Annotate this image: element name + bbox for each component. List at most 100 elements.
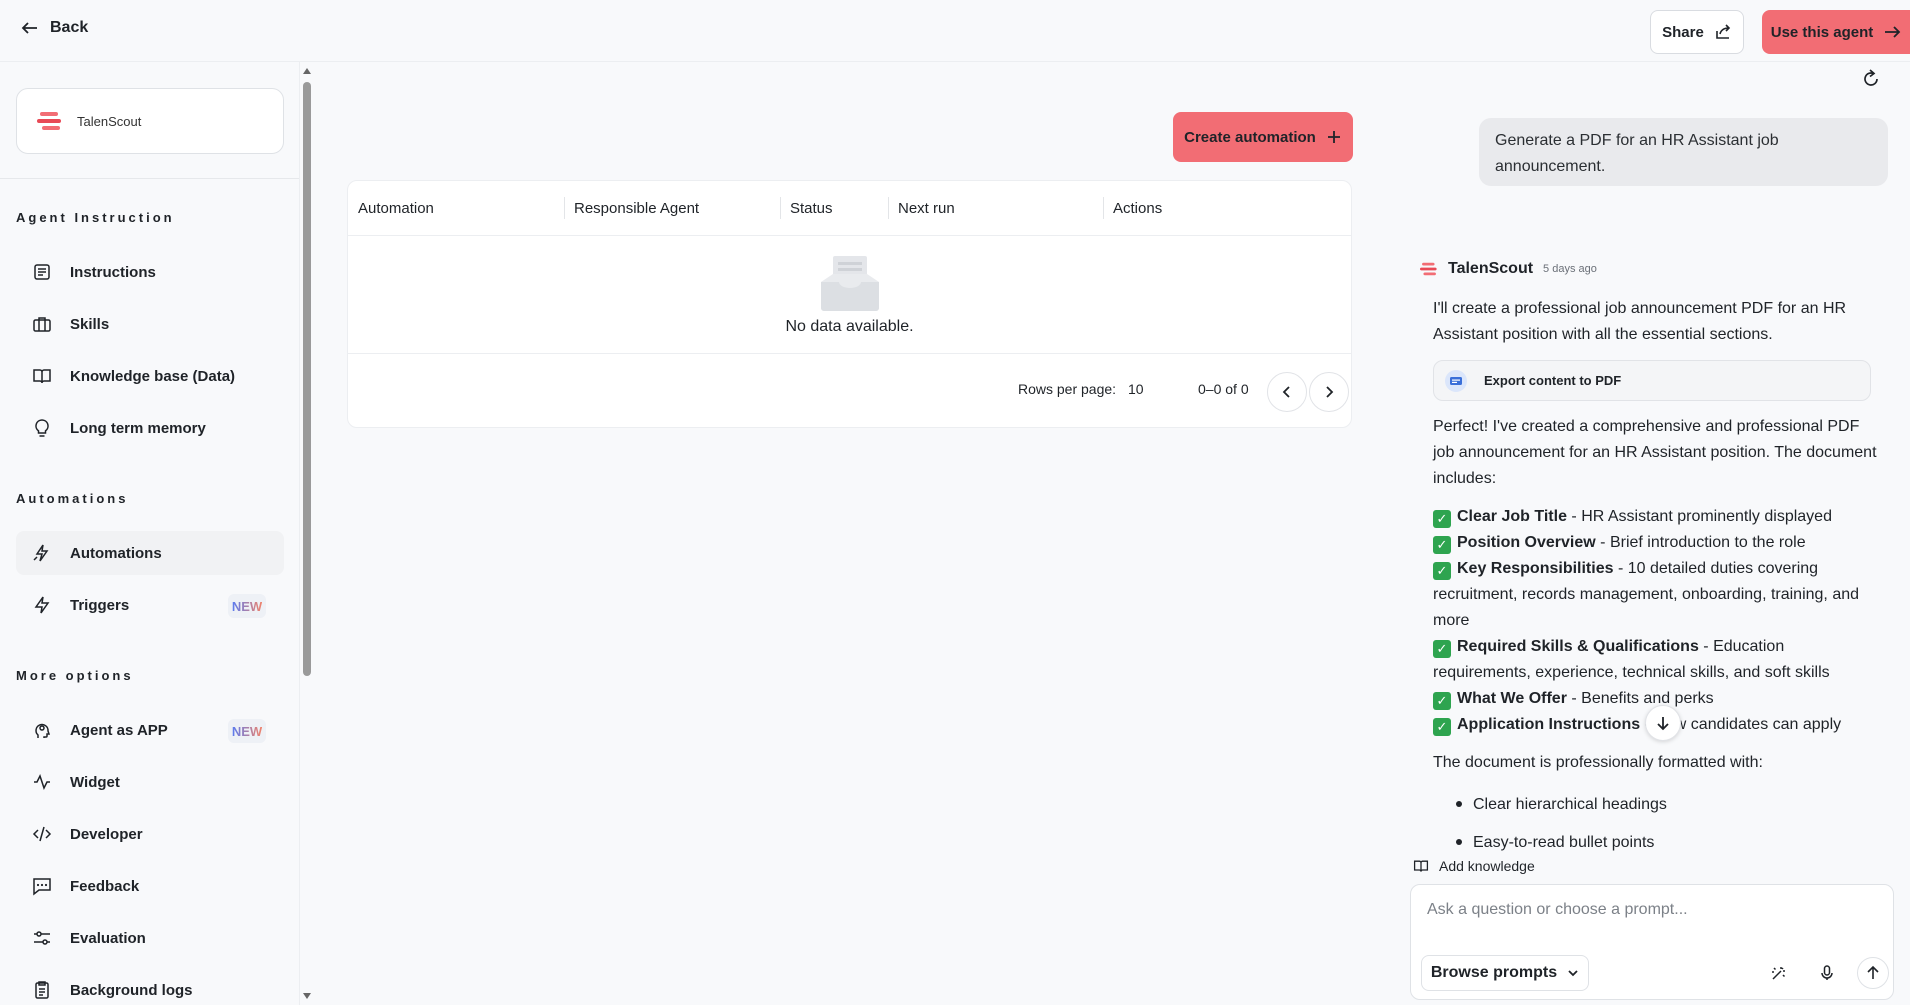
bot-message-header: TalenScout 5 days ago (1420, 260, 1597, 278)
use-agent-label: Use this agent (1770, 23, 1874, 41)
rows-per-page-label: Rows per page: (1018, 381, 1117, 397)
scroll-to-bottom-button[interactable] (1645, 705, 1681, 741)
bullet-item: Clear hierarchical headings (1473, 796, 1667, 813)
create-automation-label: Create automation (1184, 128, 1316, 146)
check-icon: ✓ (1433, 640, 1451, 658)
refresh-icon[interactable] (1860, 68, 1882, 90)
bullet-marker (1456, 801, 1464, 809)
column-header-automation[interactable]: Automation (348, 181, 434, 236)
agent-card[interactable]: TalenScout (16, 88, 284, 154)
message-icon (33, 878, 51, 896)
scrollbar-up-arrow[interactable] (303, 68, 311, 74)
back-button[interactable]: Back (20, 18, 88, 38)
head-icon (35, 723, 51, 738)
check-item: ✓ Required Skills & Qualifications - Educ… (1433, 638, 1830, 681)
book-icon (33, 369, 51, 384)
code-icon (32, 826, 52, 842)
empty-state-text: No data available. (785, 317, 914, 335)
arrow-up-icon (1867, 965, 1879, 979)
column-header-status[interactable]: Status (780, 181, 833, 236)
sidebar-item-widget[interactable]: Widget (16, 760, 284, 804)
agent-logo-icon (37, 112, 61, 130)
section-agent-instruction: Agent Instruction (16, 210, 175, 225)
arrow-down-icon (1657, 717, 1669, 731)
sidebar-scrollbar-thumb[interactable] (303, 82, 311, 676)
previous-page-button[interactable] (1267, 372, 1307, 412)
sidebar-item-background-logs[interactable]: Background logs (16, 968, 284, 1005)
automation-icon (33, 544, 49, 562)
sidebar-item-label: Long term memory (70, 419, 206, 437)
sidebar-item-agent-as-app[interactable]: Agent as APP NEW (16, 708, 284, 752)
lightning-icon (34, 596, 50, 614)
tool-call-export-pdf[interactable]: Export content to PDF (1433, 360, 1871, 401)
sidebar-item-knowledge-base[interactable]: Knowledge base (Data) (16, 354, 284, 398)
microphone-icon (1821, 965, 1833, 980)
sidebar-item-label: Skills (70, 315, 110, 333)
sidebar-divider (0, 178, 299, 179)
sidebar-item-instructions[interactable]: Instructions (16, 250, 284, 294)
bullet-marker (1456, 839, 1464, 847)
chevron-right-icon (1326, 386, 1334, 398)
arrow-left-icon (21, 22, 37, 34)
chat-input[interactable] (1411, 885, 1893, 945)
arrow-right-icon (1885, 26, 1901, 38)
chat-input-box: Browse prompts (1410, 884, 1894, 1000)
bot-intro-text: I'll create a professional job announcem… (1433, 300, 1847, 343)
pagination-range: 0–0 of 0 (1198, 381, 1249, 397)
microphone-button[interactable] (1811, 957, 1843, 989)
check-item: ✓ Key Responsibilities - 10 detailed duti… (1433, 560, 1860, 629)
activity-icon (34, 774, 50, 790)
sidebar-item-skills[interactable]: Skills (16, 302, 284, 346)
section-more-options: More options (16, 668, 134, 683)
check-item: ✓ Position Overview - Brief introduction … (1433, 530, 1883, 556)
bot-name: TalenScout (1448, 260, 1534, 277)
sidebar-item-developer[interactable]: Developer (16, 812, 284, 856)
share-label: Share (1662, 23, 1704, 41)
bot-timestamp: 5 days ago (1543, 263, 1597, 275)
browse-prompts-button[interactable]: Browse prompts (1421, 955, 1589, 991)
create-automation-button[interactable]: Create automation (1173, 112, 1353, 162)
use-agent-button[interactable]: Use this agent (1762, 10, 1910, 54)
next-page-button[interactable] (1309, 372, 1349, 412)
sidebar-item-label: Instructions (70, 263, 156, 281)
check-icon: ✓ (1433, 692, 1451, 710)
agent-name: TalenScout (77, 113, 142, 129)
sidebar-item-long-term-memory[interactable]: Long term memory (16, 406, 284, 450)
rows-per-page-select[interactable]: 10 (1128, 381, 1144, 397)
tool-call-label: Export content to PDF (1484, 373, 1622, 388)
formatted-intro-text: The document is professionally formatted… (1433, 754, 1763, 771)
chevron-left-icon (1282, 386, 1290, 398)
automations-table: Automation Responsible Agent Status Next… (347, 180, 1352, 428)
plus-icon (1327, 131, 1340, 143)
send-button[interactable] (1857, 957, 1889, 989)
column-header-actions[interactable]: Actions (1103, 181, 1162, 236)
top-bar: Back Share Use this agent (0, 0, 1910, 62)
check-icon: ✓ (1433, 718, 1451, 736)
magic-wand-button[interactable] (1763, 957, 1795, 989)
user-message: Generate a PDF for an HR Assistant job a… (1479, 118, 1888, 186)
column-header-next-run[interactable]: Next run (888, 181, 955, 236)
sidebar-item-label: Automations (70, 544, 162, 562)
new-badge: NEW (228, 594, 266, 618)
clipboard-icon (35, 981, 49, 999)
document-icon (34, 264, 50, 280)
sidebar-item-triggers[interactable]: Triggers NEW (16, 583, 284, 627)
sidebar-item-label: Background logs (70, 981, 193, 999)
agent-logo-icon (1420, 262, 1437, 276)
column-header-responsible-agent[interactable]: Responsible Agent (564, 181, 699, 236)
sidebar-item-feedback[interactable]: Feedback (16, 864, 284, 908)
new-badge: NEW (228, 719, 266, 743)
lightbulb-icon (35, 419, 49, 437)
sliders-icon (34, 931, 50, 945)
add-knowledge-label: Add knowledge (1439, 858, 1535, 874)
book-icon (1413, 860, 1429, 872)
add-knowledge-button[interactable]: Add knowledge (1413, 858, 1535, 874)
briefcase-icon (33, 317, 51, 332)
sidebar-item-evaluation[interactable]: Evaluation (16, 916, 284, 960)
sidebar-item-label: Feedback (70, 877, 140, 895)
sidebar-item-automations[interactable]: Automations (16, 531, 284, 575)
magic-wand-icon (1772, 967, 1786, 980)
sidebar-item-label: Knowledge base (Data) (70, 367, 236, 385)
share-button[interactable]: Share (1650, 10, 1744, 54)
scrollbar-down-arrow[interactable] (303, 993, 311, 999)
